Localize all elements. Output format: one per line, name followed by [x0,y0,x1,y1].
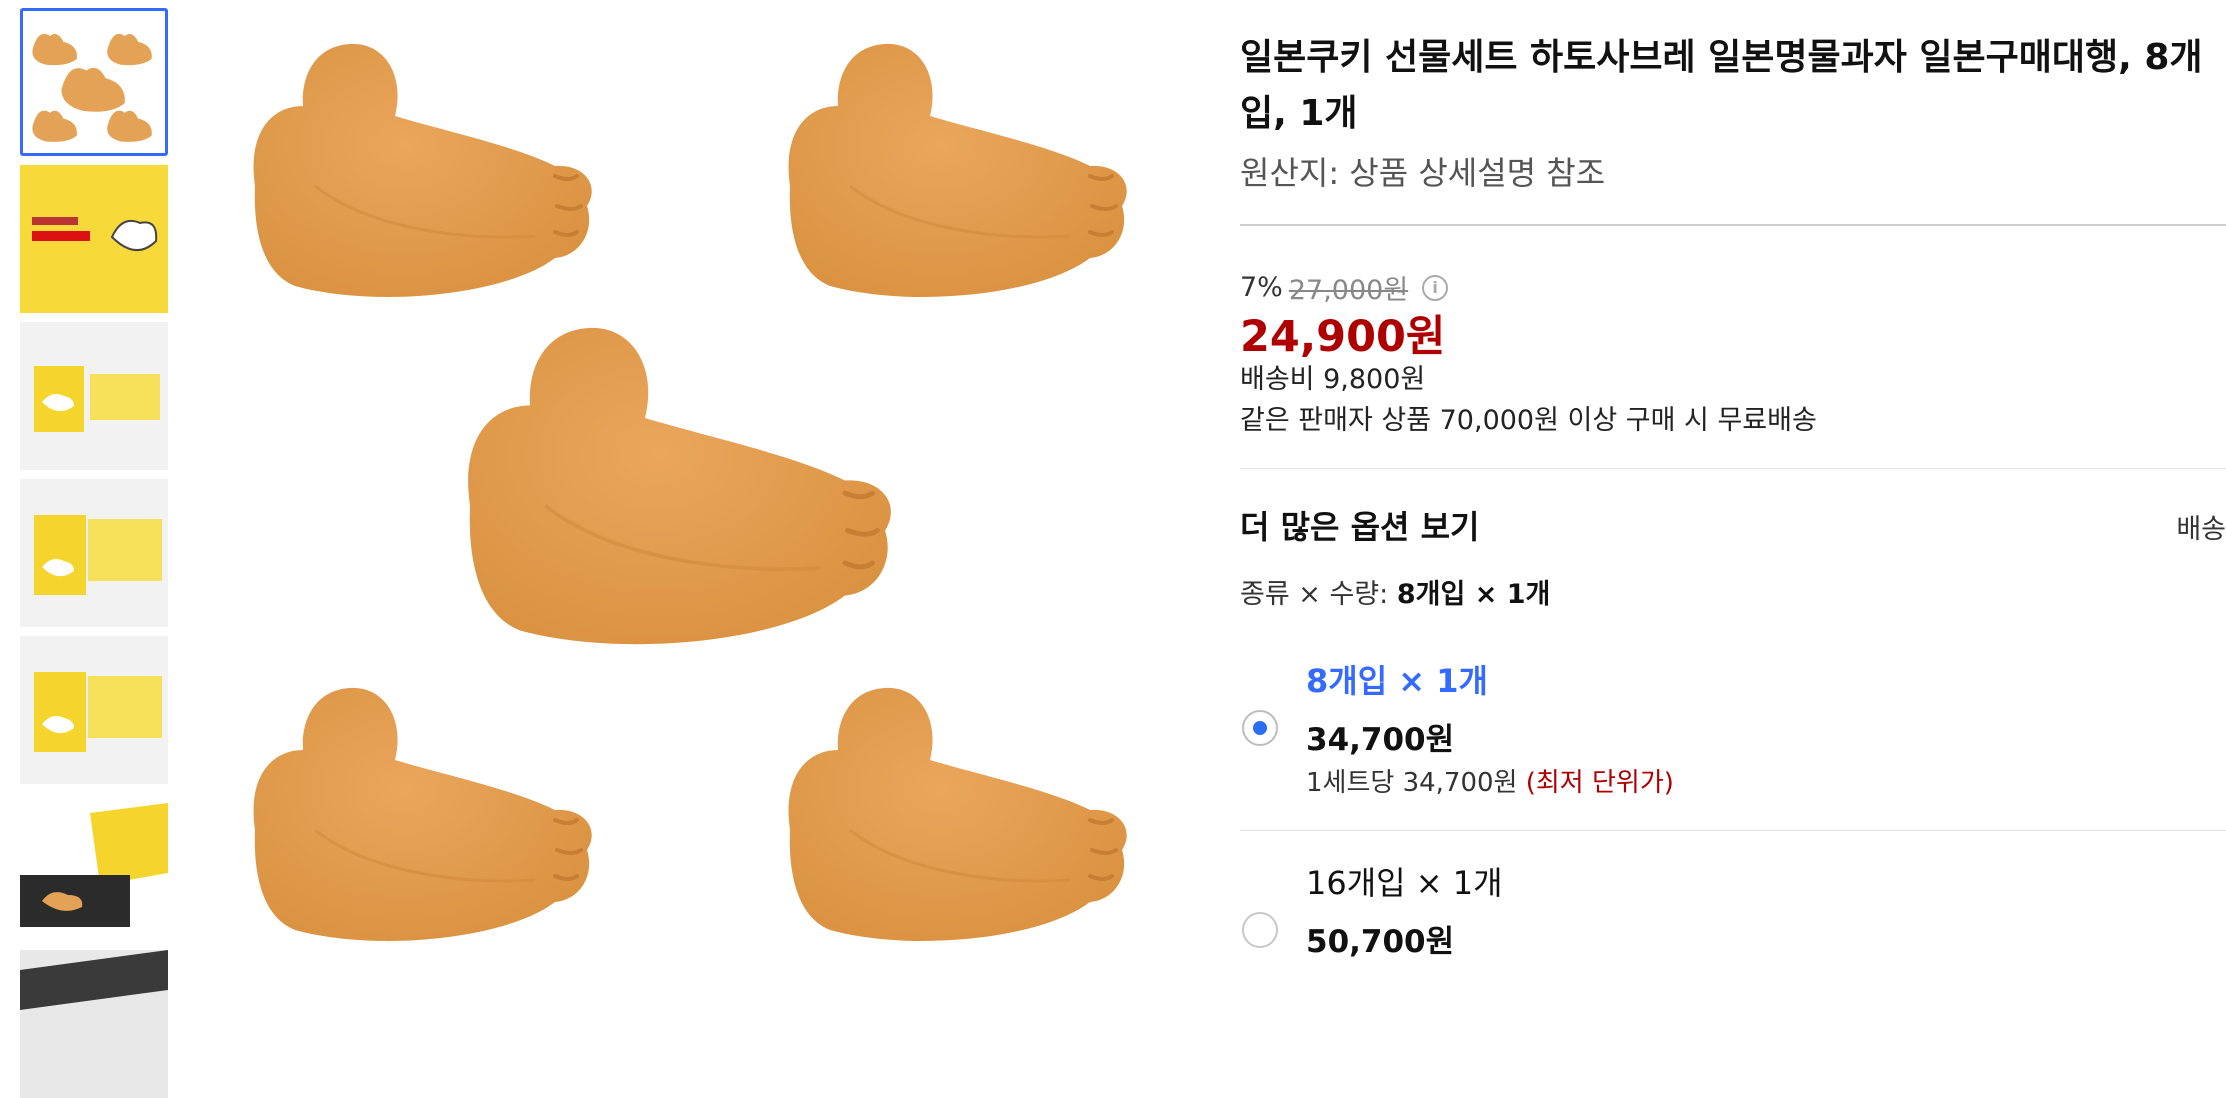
divider [1240,468,2226,469]
shipping-fee: 배송비 9,800원 [1240,364,1426,395]
origin-text: 원산지: 상품 상세설명 참조 [1240,154,1606,192]
thumbnail-box-open-1[interactable] [20,322,168,470]
box-with-tray-image [20,793,168,941]
type-quantity-summary: 종류 × 수량: 8개입 × 1개 [1240,572,1550,611]
divider [1240,224,2226,226]
box-open-3-image [20,636,168,784]
cookie-collage-image [23,11,165,153]
option-unit-price: 1세트당 34,700원 (최저 단위가) [1306,762,1674,799]
product-title: 일본쿠키 선물세트 하토사브레 일본명물과자 일본구매대행, 8개입, 1개 [1240,37,2203,134]
main-product-image [230,0,1170,970]
type-quantity-label: 종류 × 수량: [1240,579,1397,610]
thumbnail-yellow-box-logo[interactable] [20,165,168,313]
dark-box-image [20,950,168,1098]
free-shipping-note: 같은 판매자 상품 70,000원 이상 구매 시 무료배송 [1240,405,1817,436]
box-open-2-image [20,479,168,627]
lowest-unit-badge: (최저 단위가) [1525,768,1674,798]
box-open-1-image [20,322,168,470]
discount-rate: 7% [1240,272,1283,303]
option-label: 8개입 × 1개 [1306,662,1488,700]
option-radio[interactable] [1242,912,1278,948]
more-options-header[interactable]: 더 많은 옵션 보기 [1240,502,1480,548]
option-price: 50,700원 [1306,924,1455,960]
pigeon-cookie-image [230,0,1170,970]
thumbnail-box-with-tray[interactable] [20,793,168,941]
shipping-label: 배송 [2176,514,2226,545]
unit-price-text: 1세트당 34,700원 [1306,768,1526,798]
option-label: 16개입 × 1개 [1306,864,1503,902]
thumbnail-dark-box[interactable] [20,950,168,1098]
yellow-box-logo-image [20,165,168,313]
option-radio-selected[interactable] [1242,710,1278,746]
thumbnail-box-open-2[interactable] [20,479,168,627]
divider [1240,830,2226,831]
sale-price: 24,900원 [1240,312,1446,362]
thumbnail-cookie-collage[interactable] [20,8,168,156]
thumbnail-box-open-3[interactable] [20,636,168,784]
type-quantity-value: 8개입 × 1개 [1396,579,1551,610]
option-price: 34,700원 [1306,722,1455,758]
product-info-panel: 일본쿠키 선물세트 하토사브레 일본명물과자 일본구매대행, 8개입, 1개 원… [1240,0,2226,970]
info-icon[interactable]: i [1422,274,1449,301]
